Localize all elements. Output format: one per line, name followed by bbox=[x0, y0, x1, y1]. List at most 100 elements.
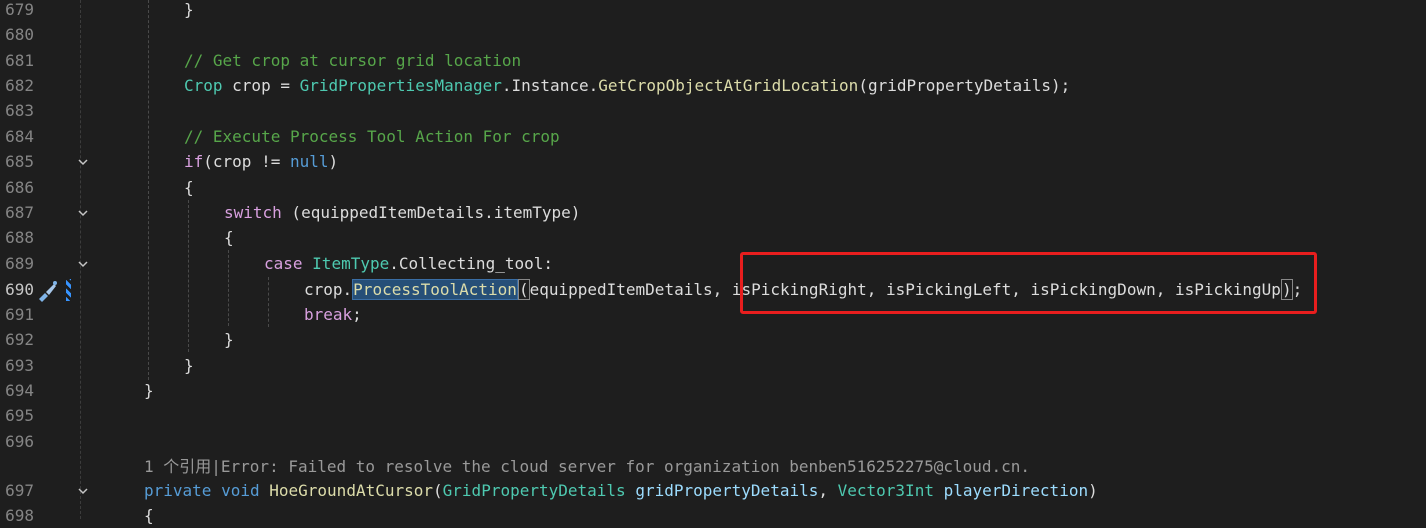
code-token: Vector3Int bbox=[837, 481, 934, 500]
code-token: .Collecting_tool: bbox=[389, 254, 553, 273]
codelens-hint[interactable]: 1 个引用|Error: Failed to resolve the cloud… bbox=[144, 454, 1030, 479]
line-gutter: 680 bbox=[0, 22, 112, 47]
line-number: 690 bbox=[5, 280, 34, 299]
code-token: ProcessToolAction bbox=[352, 279, 518, 300]
line-gutter: 698 bbox=[0, 503, 112, 528]
line-gutter: 689 bbox=[0, 251, 112, 276]
code-token: ; bbox=[352, 305, 362, 324]
line-number: 687 bbox=[5, 203, 34, 222]
code-token: ( bbox=[517, 279, 530, 300]
line-number: 692 bbox=[5, 330, 34, 349]
line-number: 688 bbox=[5, 228, 34, 247]
line-gutter: 679 bbox=[0, 0, 112, 22]
line-gutter: 691 bbox=[0, 302, 112, 327]
code-line[interactable]: } bbox=[184, 353, 194, 378]
code-token: HoeGroundAtCursor bbox=[269, 481, 434, 500]
line-number: 693 bbox=[5, 356, 34, 375]
line-number: 691 bbox=[5, 305, 34, 324]
code-token: } bbox=[184, 0, 194, 19]
line-gutter: 697 bbox=[0, 478, 112, 503]
code-token: (crop != bbox=[203, 152, 290, 171]
line-gutter: 692 bbox=[0, 327, 112, 352]
chevron-down-icon[interactable] bbox=[76, 200, 90, 225]
code-line[interactable]: { bbox=[144, 503, 154, 528]
code-line[interactable]: private void HoeGroundAtCursor(GridPrope… bbox=[144, 478, 1098, 503]
code-token: playerDirection bbox=[943, 481, 1089, 500]
code-token: { bbox=[224, 228, 234, 247]
code-line[interactable]: } bbox=[144, 378, 154, 403]
code-token: } bbox=[144, 381, 154, 400]
line-number: 697 bbox=[5, 481, 34, 500]
indent-guide bbox=[268, 277, 269, 327]
code-token: ( bbox=[433, 481, 443, 500]
line-number: 696 bbox=[5, 432, 34, 451]
code-token: 1 个引用|Error: Failed to resolve the cloud… bbox=[144, 457, 1031, 476]
line-gutter: 687 bbox=[0, 200, 112, 225]
line-gutter: 686 bbox=[0, 175, 112, 200]
code-token: , bbox=[818, 481, 838, 500]
code-token: ) bbox=[328, 152, 339, 171]
line-number: 689 bbox=[5, 254, 34, 273]
chevron-down-icon[interactable] bbox=[76, 251, 90, 276]
code-token: { bbox=[144, 506, 154, 525]
indent-guide bbox=[148, 0, 149, 380]
line-number: 694 bbox=[5, 381, 34, 400]
line-gutter: 683 bbox=[0, 98, 112, 123]
code-token: ) bbox=[1088, 481, 1098, 500]
line-gutter: 694 bbox=[0, 378, 112, 403]
code-line[interactable]: if(crop != null) bbox=[184, 149, 338, 174]
line-gutter: 681 bbox=[0, 48, 112, 73]
code-token: GridPropertiesManager bbox=[299, 76, 502, 95]
line-number: 681 bbox=[5, 51, 34, 70]
line-number: 682 bbox=[5, 76, 34, 95]
chevron-down-icon[interactable] bbox=[76, 149, 90, 174]
line-gutter: 696 bbox=[0, 429, 112, 454]
chevron-down-icon[interactable] bbox=[76, 478, 90, 503]
code-token: private bbox=[144, 481, 212, 500]
code-token: { bbox=[184, 178, 194, 197]
code-token: void bbox=[221, 481, 260, 500]
code-line[interactable]: break; bbox=[304, 302, 362, 327]
line-number: 683 bbox=[5, 101, 34, 120]
line-gutter bbox=[0, 454, 112, 479]
code-token: if bbox=[184, 152, 204, 171]
line-number: 686 bbox=[5, 178, 34, 197]
code-token: ItemType bbox=[312, 254, 390, 273]
line-gutter: 684 bbox=[0, 124, 112, 149]
code-line[interactable]: // Execute Process Tool Action For crop bbox=[184, 124, 560, 149]
quick-actions-brush-icon[interactable] bbox=[35, 279, 59, 303]
code-line[interactable]: { bbox=[224, 225, 234, 250]
code-token: switch bbox=[224, 203, 282, 222]
code-line[interactable]: } bbox=[224, 327, 234, 352]
code-line[interactable]: case ItemType.Collecting_tool: bbox=[264, 251, 553, 276]
indent-guide bbox=[188, 200, 189, 352]
code-line[interactable]: // Get crop at cursor grid location bbox=[184, 48, 521, 73]
code-token: crop = bbox=[222, 76, 300, 95]
line-gutter: 695 bbox=[0, 403, 112, 428]
line-number: 695 bbox=[5, 406, 34, 425]
line-number: 684 bbox=[5, 127, 34, 146]
line-number: 698 bbox=[5, 506, 34, 525]
code-line[interactable]: } bbox=[184, 0, 194, 22]
code-token: .Instance. bbox=[501, 76, 599, 95]
code-line[interactable]: { bbox=[184, 175, 194, 200]
indent-guide bbox=[228, 250, 229, 326]
line-gutter: 693 bbox=[0, 353, 112, 378]
highlight-annotation-box bbox=[740, 252, 1317, 314]
line-gutter: 682 bbox=[0, 73, 112, 98]
line-gutter: 688 bbox=[0, 225, 112, 250]
code-token: case bbox=[264, 254, 303, 273]
code-token: (gridPropertyDetails); bbox=[858, 76, 1071, 95]
line-number: 680 bbox=[5, 25, 34, 44]
line-gutter: 685 bbox=[0, 149, 112, 174]
code-token: GetCropObjectAtGridLocation bbox=[598, 76, 859, 95]
code-token: break bbox=[304, 305, 353, 324]
code-line[interactable]: switch (equippedItemDetails.itemType) bbox=[224, 200, 580, 225]
code-token: null bbox=[289, 152, 329, 171]
code-line[interactable]: Crop crop = GridPropertiesManager.Instan… bbox=[184, 73, 1070, 98]
